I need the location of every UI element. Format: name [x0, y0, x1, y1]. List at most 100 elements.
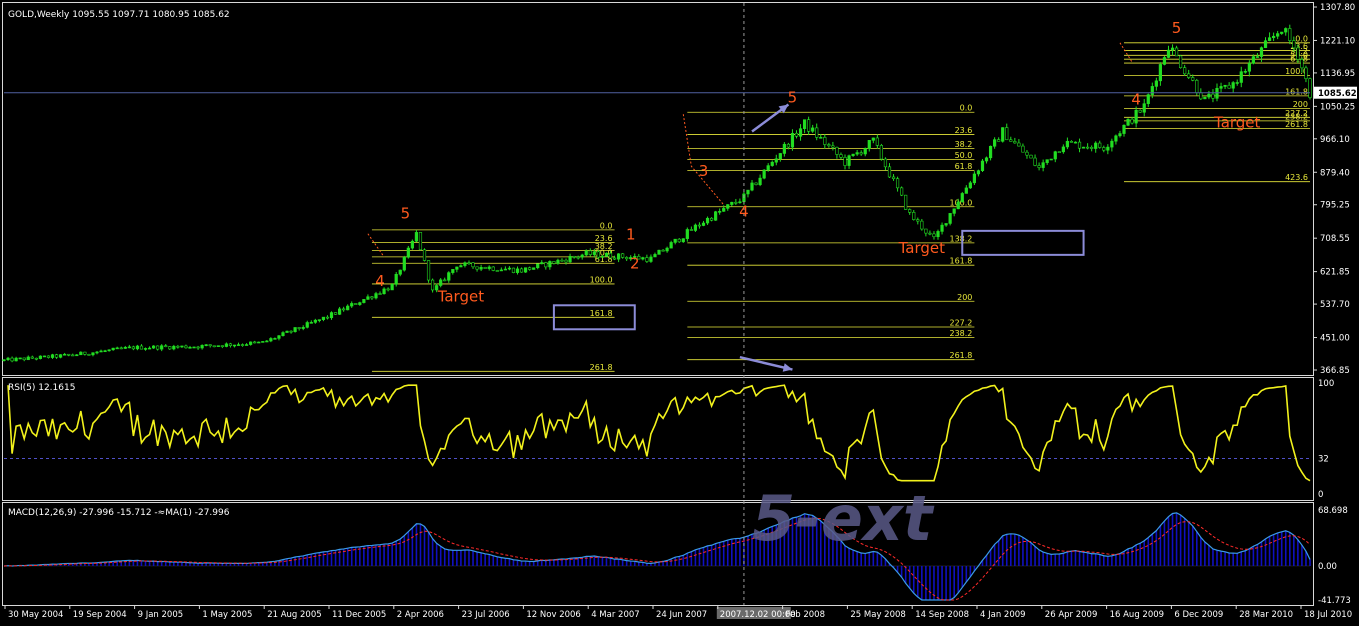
candle-body: [337, 308, 342, 315]
candle-body: [273, 338, 277, 340]
candle-body: [774, 158, 778, 163]
candle-body: [1041, 162, 1045, 168]
candle-body: [79, 351, 83, 356]
candle-body: [786, 143, 791, 148]
candle-body: [924, 228, 928, 234]
candle-body: [487, 266, 491, 269]
candle-body: [107, 349, 111, 352]
candle-body: [1207, 93, 1211, 98]
candle-body: [600, 256, 605, 258]
candle-body: [645, 257, 649, 262]
x-tick-label: 26 Apr 2009: [1045, 610, 1098, 620]
candle-body: [111, 347, 115, 351]
candle-body: [1126, 118, 1130, 126]
candle-body: [1049, 158, 1053, 161]
candle-body: [693, 224, 698, 231]
candle-body: [38, 355, 42, 359]
candle-body: [1098, 142, 1102, 148]
trading-chart[interactable]: 0.023.638.250.061.8100.0161.8261.80.023.…: [0, 0, 1359, 626]
x-tick-label: 24 Jun 2007: [656, 610, 707, 620]
candle-body: [143, 348, 148, 350]
candle-body: [168, 346, 172, 350]
candle-body: [988, 145, 993, 159]
candle-body: [366, 296, 370, 300]
candle-body: [916, 219, 920, 222]
candle-body: [552, 261, 556, 264]
target-box: [961, 229, 1085, 256]
candle-body: [697, 224, 702, 227]
candle-body: [317, 319, 321, 321]
candle-body: [1183, 67, 1187, 75]
candle-body: [1272, 35, 1276, 38]
candle-body: [439, 279, 443, 286]
candle-body: [1255, 56, 1260, 58]
candle-body: [95, 351, 99, 354]
candle-body: [119, 347, 123, 350]
candle-body: [944, 223, 948, 226]
wave-label: 5: [1172, 19, 1182, 37]
candle-body: [180, 345, 184, 348]
x-tick-label: 1 May 2005: [202, 610, 252, 620]
x-tick-label: Feb 2008: [786, 610, 825, 620]
x-tick-label: 25 May 2008: [850, 610, 905, 620]
candle-body: [1195, 79, 1199, 94]
candle-body: [1187, 73, 1191, 78]
candle-body: [608, 252, 613, 259]
candle-body: [54, 354, 59, 358]
candle-body: [883, 158, 888, 168]
candle-body: [503, 268, 507, 271]
candle-body: [568, 256, 572, 263]
candle-body: [269, 338, 273, 342]
candle-body: [459, 265, 463, 268]
candle-body: [851, 153, 855, 156]
candle-body: [59, 354, 63, 358]
candle-body: [528, 267, 532, 270]
candle-body: [87, 354, 91, 356]
candle-body: [30, 356, 34, 359]
candle-body: [661, 249, 665, 252]
candle-body: [1033, 157, 1037, 166]
candle-body: [83, 351, 87, 355]
candle-body: [560, 259, 564, 262]
fib-level-label: 238.2: [949, 329, 972, 338]
candle-body: [50, 354, 55, 358]
wave-label: 5: [788, 89, 798, 107]
candle-body: [819, 137, 823, 139]
fib-level-label: 261.8: [1285, 120, 1308, 129]
candle-body: [762, 169, 766, 179]
candle-body: [843, 157, 847, 166]
candle-body: [1090, 146, 1094, 149]
candle-body: [208, 344, 212, 347]
candle-body: [564, 259, 568, 263]
candle-body: [71, 354, 75, 357]
candle-body: [402, 256, 406, 271]
candle-body: [172, 345, 176, 350]
candle-body: [99, 350, 103, 353]
price-tick-label: 795.25: [1320, 201, 1350, 211]
candle-body: [1025, 151, 1029, 156]
candle-body: [879, 145, 884, 160]
candle-body: [26, 356, 30, 361]
candle-body: [887, 166, 892, 178]
candle-body: [1130, 118, 1134, 124]
candle-body: [940, 224, 944, 232]
candle-body: [891, 176, 896, 180]
fib-level-label: 138.2: [949, 234, 972, 243]
x-tick-label: 2007.12.02 00:00: [720, 610, 796, 620]
price-tick-label: 621.85: [1320, 268, 1350, 278]
candle-body: [815, 127, 819, 138]
candle-body: [584, 250, 588, 256]
candle-body: [1219, 86, 1223, 89]
candle-body: [956, 201, 960, 210]
candle-body: [790, 132, 795, 148]
x-tick-label: 9 Jan 2005: [138, 610, 184, 620]
candle-body: [807, 119, 811, 132]
candle-body: [960, 193, 964, 203]
candle-body: [794, 132, 799, 137]
candle-body: [673, 238, 677, 243]
candle-body: [281, 332, 285, 336]
candle-body: [1057, 151, 1061, 154]
candle-body: [997, 139, 1001, 142]
candle-body: [188, 346, 192, 349]
candle-body: [309, 322, 313, 324]
